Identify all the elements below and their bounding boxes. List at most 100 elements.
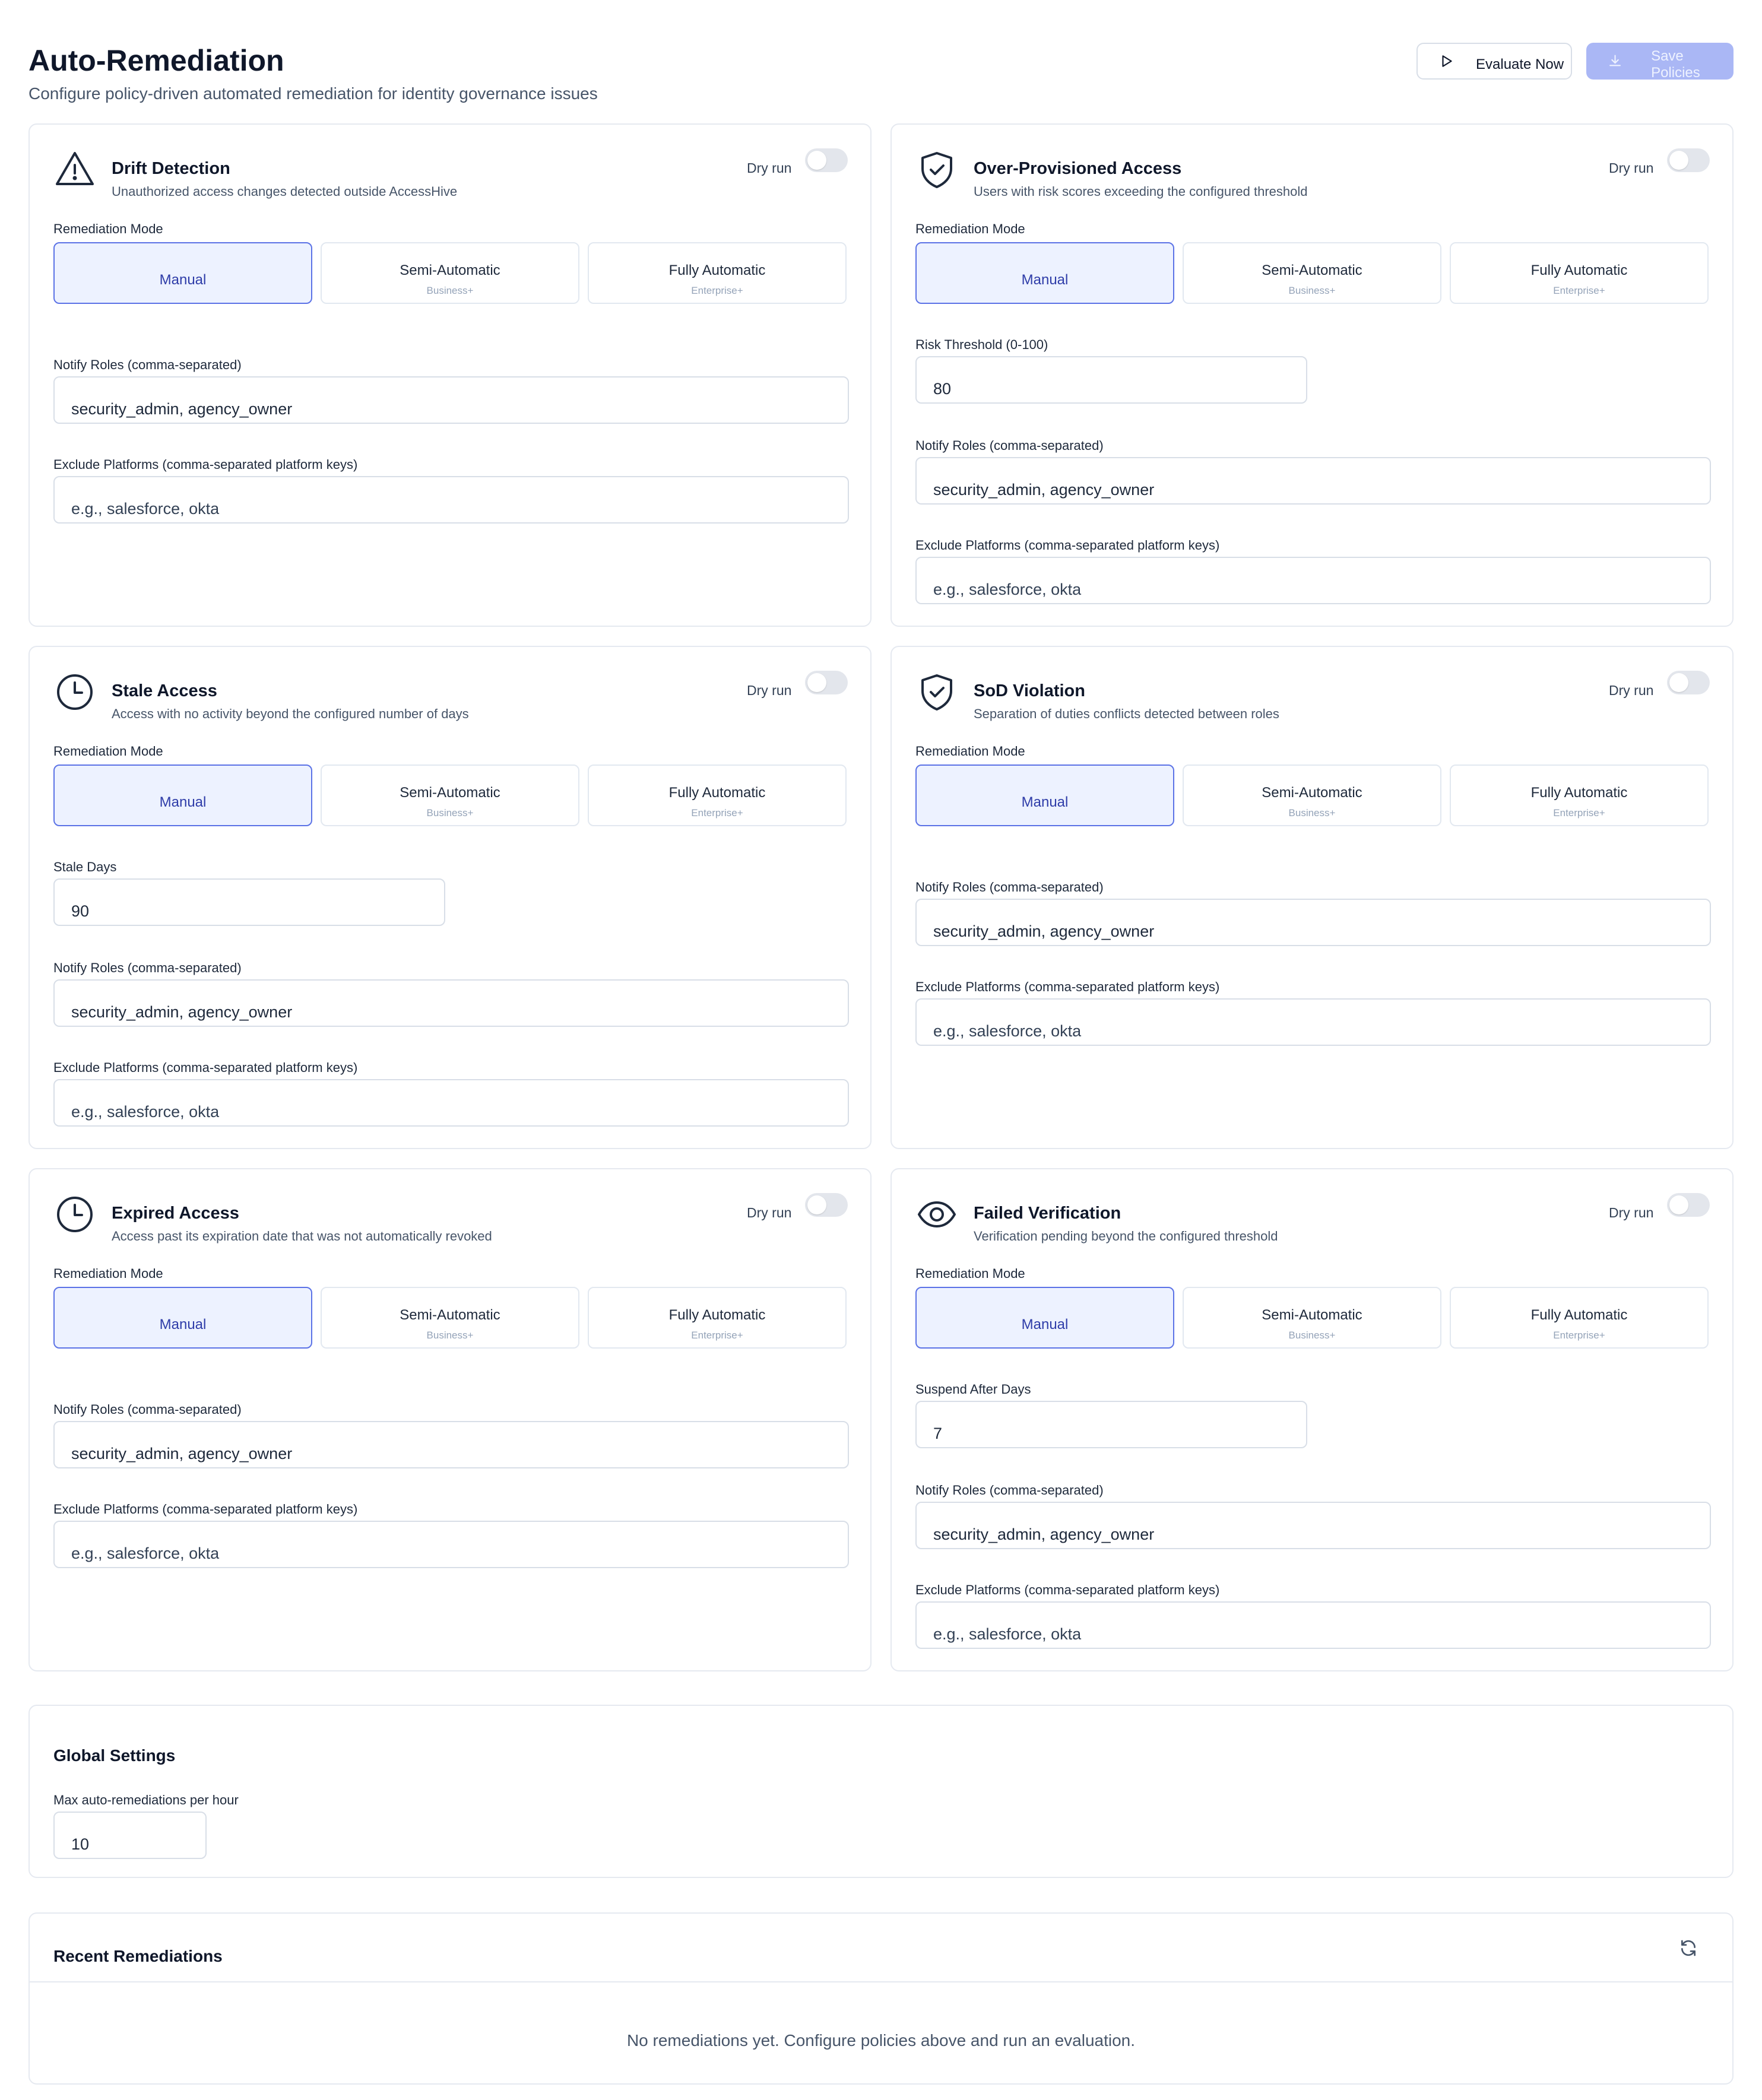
- mode-fully-automatic-button[interactable]: Fully Automatic Enterprise+: [1450, 764, 1709, 826]
- notify-roles-input[interactable]: security_admin, agency_owner: [53, 376, 849, 424]
- exclude-platforms-input[interactable]: e.g., salesforce, okta: [53, 476, 849, 524]
- toggle-knob: [807, 151, 826, 170]
- notify-roles-input[interactable]: security_admin, agency_owner: [53, 979, 849, 1027]
- exclude-platforms-input[interactable]: e.g., salesforce, okta: [915, 998, 1711, 1046]
- policy-description: Users with risk scores exceeding the con…: [974, 184, 1308, 199]
- notify-roles-input[interactable]: security_admin, agency_owner: [915, 1502, 1711, 1549]
- mode-manual-button[interactable]: Manual: [915, 242, 1174, 304]
- policy-description: Access past its expiration date that was…: [112, 1229, 492, 1243]
- remediation-mode-label: Remediation Mode: [915, 744, 1025, 759]
- risk-threshold-value: 80: [933, 380, 952, 398]
- mode-name: Manual: [1021, 1317, 1069, 1333]
- mode-tier: Business+: [1288, 1330, 1336, 1341]
- mode-semi-automatic-button[interactable]: Semi-Automatic Business+: [321, 764, 579, 826]
- remediation-mode-label: Remediation Mode: [53, 744, 163, 759]
- dry-run-label: Dry run: [747, 683, 792, 698]
- exclude-platforms-input[interactable]: e.g., salesforce, okta: [915, 1601, 1711, 1649]
- mode-fully-automatic-button[interactable]: Fully Automatic Enterprise+: [588, 1287, 847, 1349]
- exclude-platforms-placeholder: e.g., salesforce, okta: [71, 1103, 220, 1121]
- suspend-after-days-input[interactable]: 7: [915, 1401, 1307, 1448]
- save-policies-label: Save Policies: [1651, 48, 1700, 81]
- mode-semi-automatic-button[interactable]: Semi-Automatic Business+: [1183, 764, 1441, 826]
- dry-run-toggle[interactable]: [805, 671, 848, 694]
- exclude-platforms-input[interactable]: e.g., salesforce, okta: [53, 1079, 849, 1127]
- mode-name: Manual: [1021, 794, 1069, 810]
- toggle-knob: [807, 673, 826, 692]
- mode-tier: Business+: [426, 285, 474, 296]
- dry-run-toggle[interactable]: [805, 1193, 848, 1217]
- risk-threshold-input[interactable]: 80: [915, 356, 1307, 404]
- stale-days-input[interactable]: 90: [53, 878, 445, 926]
- play-icon: [1442, 55, 1452, 67]
- mode-tier: Enterprise+: [1553, 285, 1605, 296]
- notify-roles-input[interactable]: security_admin, agency_owner: [53, 1421, 849, 1468]
- risk-threshold-label: Risk Threshold (0-100): [915, 337, 1048, 352]
- mode-semi-automatic-button[interactable]: Semi-Automatic Business+: [321, 242, 579, 304]
- warning-icon: [56, 152, 94, 185]
- mode-tier: Enterprise+: [691, 285, 743, 296]
- mode-manual-button[interactable]: Manual: [915, 764, 1174, 826]
- exclude-platforms-label: Exclude Platforms (comma-separated platf…: [915, 538, 1220, 553]
- policy-card-over-provisioned-access: Over-Provisioned Access Users with risk …: [890, 123, 1734, 627]
- dry-run-toggle[interactable]: [1667, 671, 1710, 694]
- notify-roles-label: Notify Roles (comma-separated): [53, 357, 242, 372]
- policy-card-stale-access: Stale Access Access with no activity bey…: [28, 646, 872, 1149]
- page-title: Auto-Remediation: [28, 44, 284, 77]
- page-header: Auto-Remediation Configure policy-driven…: [28, 38, 598, 103]
- dry-run-toggle[interactable]: [805, 148, 848, 172]
- dry-run-toggle[interactable]: [1667, 1193, 1710, 1217]
- dry-run-label: Dry run: [1609, 1205, 1654, 1220]
- mode-tier: Enterprise+: [1553, 807, 1605, 819]
- global-settings-panel: Global Settings Max auto-remediations pe…: [28, 1705, 1734, 1878]
- mode-name: Fully Automatic: [668, 785, 766, 801]
- policy-description: Separation of duties conflicts detected …: [974, 706, 1279, 721]
- remediation-mode-label: Remediation Mode: [915, 1266, 1025, 1281]
- exclude-platforms-label: Exclude Platforms (comma-separated platf…: [53, 1060, 358, 1075]
- stale-days-label: Stale Days: [53, 859, 117, 874]
- toggle-knob: [1669, 1195, 1688, 1214]
- suspend-after-days-value: 7: [933, 1425, 943, 1442]
- mode-manual-button[interactable]: Manual: [53, 242, 312, 304]
- save-policies-button[interactable]: Save Policies: [1586, 43, 1734, 81]
- exclude-platforms-placeholder: e.g., salesforce, okta: [71, 1544, 220, 1562]
- mode-name: Semi-Automatic: [1262, 262, 1362, 278]
- mode-name: Manual: [159, 272, 207, 288]
- mode-semi-automatic-button[interactable]: Semi-Automatic Business+: [1183, 242, 1441, 304]
- exclude-platforms-placeholder: e.g., salesforce, okta: [933, 1022, 1082, 1040]
- mode-semi-automatic-button[interactable]: Semi-Automatic Business+: [1183, 1287, 1441, 1349]
- policy-title: Drift Detection: [112, 159, 230, 178]
- mode-tier: Enterprise+: [691, 807, 743, 819]
- exclude-platforms-input[interactable]: e.g., salesforce, okta: [53, 1521, 849, 1568]
- notify-roles-input[interactable]: security_admin, agency_owner: [915, 457, 1711, 505]
- notify-roles-label: Notify Roles (comma-separated): [915, 1483, 1104, 1498]
- policy-description: Unauthorized access changes detected out…: [112, 184, 458, 199]
- mode-manual-button[interactable]: Manual: [53, 764, 312, 826]
- mode-name: Semi-Automatic: [1262, 1307, 1362, 1323]
- notify-roles-label: Notify Roles (comma-separated): [915, 880, 1104, 894]
- exclude-platforms-input[interactable]: e.g., salesforce, okta: [915, 557, 1711, 604]
- policy-title: SoD Violation: [974, 681, 1085, 700]
- auto-remediation-page: Auto-Remediation Configure policy-driven…: [0, 0, 1762, 2100]
- remediation-mode-label: Remediation Mode: [915, 221, 1025, 236]
- mode-manual-button[interactable]: Manual: [915, 1287, 1174, 1349]
- dry-run-toggle[interactable]: [1667, 148, 1710, 172]
- mode-fully-automatic-button[interactable]: Fully Automatic Enterprise+: [588, 764, 847, 826]
- evaluate-now-button[interactable]: Evaluate Now: [1416, 43, 1572, 80]
- mode-fully-automatic-button[interactable]: Fully Automatic Enterprise+: [1450, 1287, 1709, 1349]
- mode-tier: Enterprise+: [691, 1330, 743, 1341]
- mode-semi-automatic-button[interactable]: Semi-Automatic Business+: [321, 1287, 579, 1349]
- max-remediations-input[interactable]: 10: [53, 1812, 207, 1859]
- notify-roles-input[interactable]: security_admin, agency_owner: [915, 899, 1711, 946]
- policy-title: Over-Provisioned Access: [974, 159, 1182, 178]
- eye-icon: [918, 1201, 956, 1227]
- refresh-icon[interactable]: [1679, 1939, 1698, 1958]
- mode-fully-automatic-button[interactable]: Fully Automatic Enterprise+: [1450, 242, 1709, 304]
- empty-state-message: No remediations yet. Configure policies …: [626, 2031, 1136, 2050]
- mode-name: Fully Automatic: [668, 1307, 766, 1323]
- mode-manual-button[interactable]: Manual: [53, 1287, 312, 1349]
- mode-tier: Business+: [1288, 285, 1336, 296]
- toggle-knob: [1669, 673, 1688, 692]
- shield-check-icon: [921, 674, 952, 710]
- mode-name: Semi-Automatic: [400, 262, 500, 278]
- mode-fully-automatic-button[interactable]: Fully Automatic Enterprise+: [588, 242, 847, 304]
